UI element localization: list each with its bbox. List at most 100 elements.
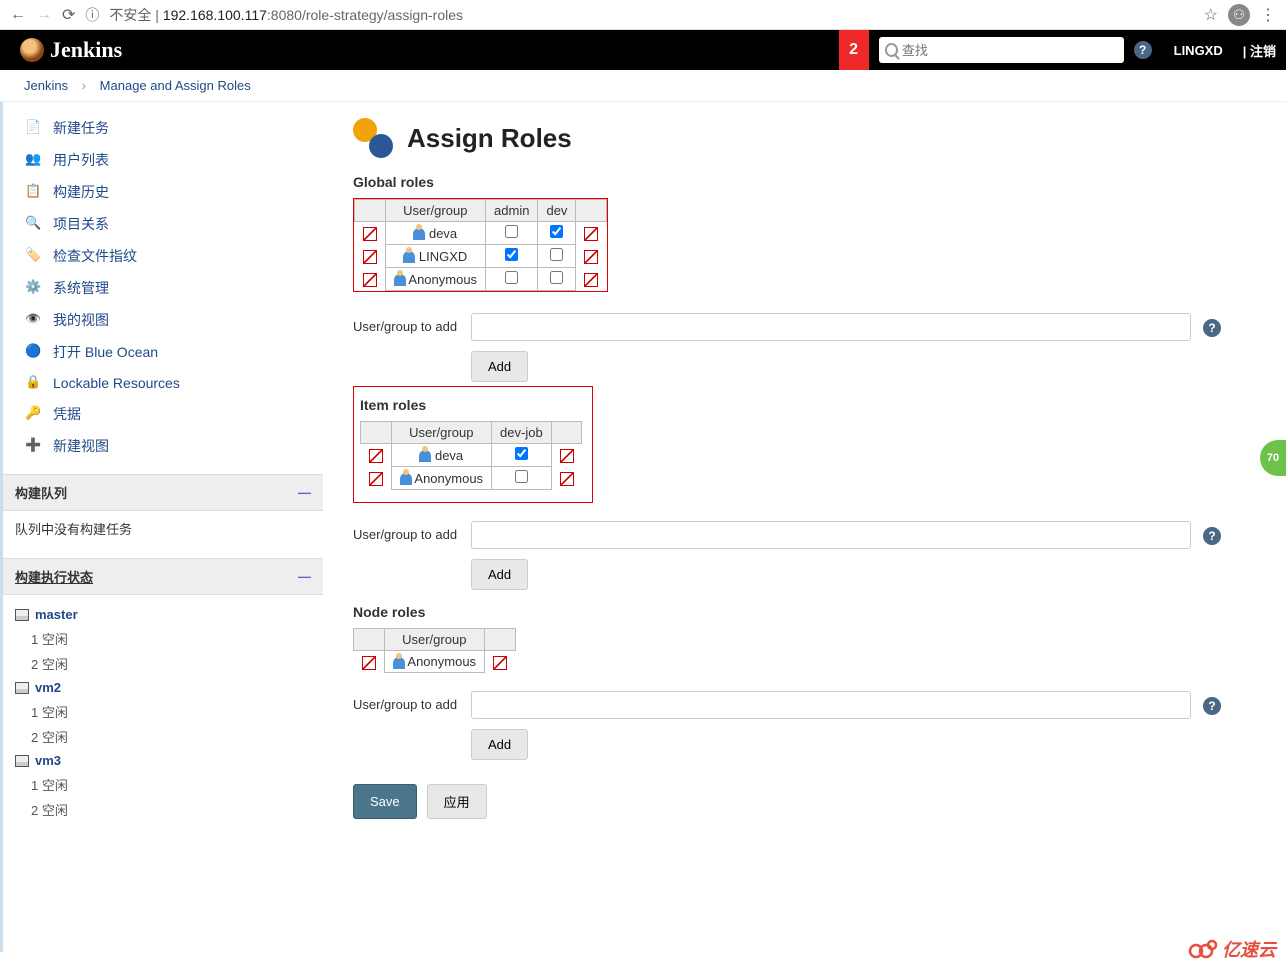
task-link[interactable]: 凭据 bbox=[53, 404, 81, 424]
save-button[interactable]: Save bbox=[353, 784, 417, 819]
watermark: 亿速云 bbox=[1188, 936, 1276, 964]
bookmark-icon[interactable]: ☆ bbox=[1204, 5, 1218, 25]
delete-icon[interactable] bbox=[560, 449, 574, 463]
computer-icon bbox=[15, 609, 29, 621]
user-link[interactable]: LINGXD bbox=[1174, 43, 1223, 58]
queue-title: 构建队列 bbox=[15, 483, 67, 502]
apply-button[interactable]: 应用 bbox=[427, 784, 487, 819]
role-checkbox[interactable] bbox=[515, 470, 528, 483]
task-link[interactable]: 系统管理 bbox=[53, 278, 109, 298]
executor-node[interactable]: vm3 bbox=[15, 749, 311, 772]
sidebar-task[interactable]: ➕ 新建视图 bbox=[3, 430, 323, 462]
task-link[interactable]: 用户列表 bbox=[53, 150, 109, 170]
help-icon[interactable]: ? bbox=[1203, 527, 1221, 545]
task-link[interactable]: 项目关系 bbox=[53, 214, 109, 234]
executor-slot: 1 空闲 bbox=[15, 772, 311, 797]
sidebar-task[interactable]: ⚙️系统管理 bbox=[3, 272, 323, 304]
delete-icon[interactable] bbox=[363, 273, 377, 287]
role-checkbox[interactable] bbox=[515, 447, 528, 460]
delete-icon[interactable] bbox=[493, 656, 507, 670]
logout-link[interactable]: | 注销 bbox=[1243, 41, 1276, 60]
breadcrumb-current[interactable]: Manage and Assign Roles bbox=[100, 78, 251, 93]
node-add-input[interactable] bbox=[471, 691, 1191, 719]
task-link[interactable]: 新建视图 bbox=[53, 436, 109, 456]
delete-icon[interactable] bbox=[363, 250, 377, 264]
delete-icon[interactable] bbox=[369, 449, 383, 463]
task-link[interactable]: Lockable Resources bbox=[53, 375, 180, 391]
delete-icon[interactable] bbox=[560, 472, 574, 486]
sidebar-task[interactable]: 👁️我的视图 bbox=[3, 304, 323, 336]
collapse-icon[interactable]: — bbox=[298, 569, 311, 584]
back-icon[interactable]: ← bbox=[10, 6, 26, 24]
sidebar-task[interactable]: 📋 构建历史 bbox=[3, 176, 323, 208]
executor-slot: 1 空闲 bbox=[15, 699, 311, 724]
profile-icon[interactable]: ⚇ bbox=[1228, 4, 1250, 26]
delete-icon[interactable] bbox=[584, 250, 598, 264]
reload-icon[interactable]: ⟳ bbox=[62, 5, 75, 25]
sidebar-task[interactable]: 🔵 打开 Blue Ocean bbox=[3, 336, 323, 368]
node-add-button[interactable]: Add bbox=[471, 729, 528, 760]
sidebar-task[interactable]: 🔒Lockable Resources bbox=[3, 368, 323, 398]
executor-slot: 1 空闲 bbox=[15, 626, 311, 651]
delete-icon[interactable] bbox=[363, 227, 377, 241]
item-roles-heading: Item roles bbox=[360, 397, 582, 413]
search-input[interactable] bbox=[902, 43, 1118, 58]
role-checkbox[interactable] bbox=[550, 225, 563, 238]
forward-icon[interactable]: → bbox=[36, 6, 52, 24]
role-checkbox[interactable] bbox=[505, 225, 518, 238]
item-add-button[interactable]: Add bbox=[471, 559, 528, 590]
task-icon: ➕ bbox=[25, 437, 43, 455]
table-row: LINGXD bbox=[355, 245, 607, 268]
help-icon[interactable]: ? bbox=[1134, 41, 1152, 59]
executor-node[interactable]: vm2 bbox=[15, 676, 311, 699]
global-add-button[interactable]: Add bbox=[471, 351, 528, 382]
task-link[interactable]: 我的视图 bbox=[53, 310, 109, 330]
brand-text: Jenkins bbox=[50, 37, 122, 63]
task-icon: 📄 bbox=[25, 119, 43, 137]
sidebar-task[interactable]: 👥用户列表 bbox=[3, 144, 323, 176]
add-label: User/group to add bbox=[353, 691, 459, 712]
task-link[interactable]: 新建任务 bbox=[53, 118, 109, 138]
sidebar: 📄 新建任务 👥用户列表 📋 构建历史 🔍项目关系🏷️检查文件指纹⚙️系统管理👁️我的视图… bbox=[3, 102, 323, 952]
help-icon[interactable]: ? bbox=[1203, 319, 1221, 337]
url-host: 192.168.100.117 bbox=[163, 7, 267, 23]
sidebar-task[interactable]: 📄 新建任务 bbox=[3, 112, 323, 144]
col-user: User/group bbox=[391, 422, 492, 444]
task-icon: 📋 bbox=[25, 183, 43, 201]
collapse-icon[interactable]: — bbox=[298, 485, 311, 500]
col-role: dev bbox=[538, 200, 576, 222]
global-add-input[interactable] bbox=[471, 313, 1191, 341]
delete-icon[interactable] bbox=[584, 227, 598, 241]
help-icon[interactable]: ? bbox=[1203, 697, 1221, 715]
role-table: User/groupdev-job deva Anonymous bbox=[360, 421, 582, 490]
role-checkbox[interactable] bbox=[550, 271, 563, 284]
item-add-input[interactable] bbox=[471, 521, 1191, 549]
task-icon: 🔵 bbox=[25, 343, 43, 361]
sidebar-task[interactable]: 🔍项目关系 bbox=[3, 208, 323, 240]
task-link[interactable]: 构建历史 bbox=[53, 182, 109, 202]
role-checkbox[interactable] bbox=[550, 248, 563, 261]
info-icon[interactable]: ⓘ bbox=[85, 5, 99, 25]
user-cell: deva bbox=[385, 222, 486, 245]
notification-badge[interactable]: 2 bbox=[839, 30, 869, 70]
delete-icon[interactable] bbox=[362, 656, 376, 670]
sidebar-task[interactable]: 🔑凭据 bbox=[3, 398, 323, 430]
task-link[interactable]: 打开 Blue Ocean bbox=[53, 342, 158, 362]
executors-title[interactable]: 构建执行状态 bbox=[15, 567, 93, 586]
delete-icon[interactable] bbox=[584, 273, 598, 287]
breadcrumb-home[interactable]: Jenkins bbox=[24, 78, 68, 93]
table-row: Anonymous bbox=[354, 651, 516, 673]
address-bar[interactable]: 不安全 | 192.168.100.117:8080/role-strategy… bbox=[109, 5, 1193, 25]
task-link[interactable]: 检查文件指纹 bbox=[53, 246, 137, 266]
delete-icon[interactable] bbox=[369, 472, 383, 486]
sidebar-task[interactable]: 🏷️检查文件指纹 bbox=[3, 240, 323, 272]
search-box[interactable] bbox=[879, 37, 1124, 63]
page-heading: Assign Roles bbox=[407, 123, 572, 154]
menu-icon[interactable]: ⋮ bbox=[1260, 5, 1276, 25]
jenkins-logo[interactable]: Jenkins bbox=[20, 37, 122, 63]
executor-node[interactable]: master bbox=[15, 603, 311, 626]
user-icon bbox=[400, 473, 412, 485]
role-checkbox[interactable] bbox=[505, 248, 518, 261]
search-icon bbox=[885, 43, 898, 57]
role-checkbox[interactable] bbox=[505, 271, 518, 284]
